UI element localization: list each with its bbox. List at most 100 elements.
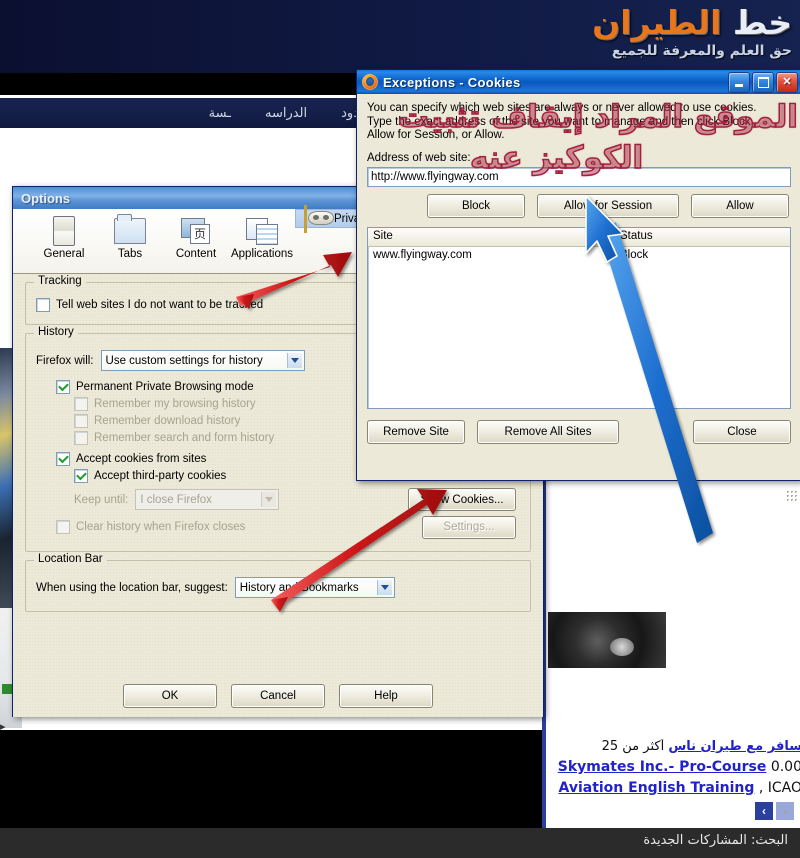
accept-cookies-label: Accept cookies from sites [76,453,207,465]
location-bar-suggest-select[interactable]: History and Bookmarks [234,577,395,598]
remove-site-button-label: Remove Site [383,425,449,438]
exceptions-footer: Remove Site Remove All Sites Close [367,419,791,444]
ad-text-1: أكثر من 25 [601,739,665,754]
pager-prev-button[interactable]: ‹ [755,802,773,820]
maximize-icon[interactable] [752,71,774,93]
exceptions-title-bar: Exceptions - Cookies ✕ [357,70,800,94]
ad-text-3: , ICAO [758,780,800,796]
exceptions-title-text: Exceptions - Cookies [383,74,521,90]
ok-button[interactable]: OK [123,684,217,708]
tab-general-label: General [43,248,85,260]
table-row[interactable]: www.flyingway.com Block [368,247,790,264]
help-button[interactable]: Help [339,684,433,708]
ad-link-1[interactable]: سافر مع طيران ناس [668,739,800,754]
resize-grip[interactable] [786,490,798,502]
chevron-down-icon-keep-until [261,492,277,507]
settings-button[interactable]: Settings... [422,515,516,539]
exceptions-description: You can specify which web sites are alwa… [367,102,791,143]
address-input[interactable]: http://www.flyingway.com [367,166,791,187]
exceptions-body: You can specify which web sites are alwa… [357,94,800,504]
logo-text-prefix: خط [721,3,792,42]
chevron-down-icon [286,353,302,368]
keep-until-select[interactable]: I close Firefox [135,489,280,510]
remember-download-history-label: Remember download history [94,415,241,427]
pager-next-button[interactable]: › [776,802,794,820]
remove-all-sites-button-label: Remove All Sites [504,425,592,438]
remember-download-history-checkbox[interactable] [74,414,88,428]
tab-content-label: Content [175,248,217,260]
block-button-label: Block [461,199,491,212]
keep-until-value: I close Firefox [140,493,212,506]
tab-content[interactable]: Content [163,209,229,260]
content-icon [163,214,229,248]
remember-search-form-history-checkbox[interactable] [74,431,88,445]
remove-all-sites-button[interactable]: Remove All Sites [477,419,619,444]
accept-cookies-checkbox[interactable] [56,452,70,466]
ok-button-label: OK [161,690,179,702]
options-title-text: Options [21,190,71,206]
tab-general[interactable]: General [31,209,97,260]
nav-item-1[interactable]: الدراسه [259,106,313,121]
exceptions-description-line-3: Allow for Session, or Allow. [367,129,505,141]
firefox-icon [362,74,378,90]
ad-line-1: سافر مع طيران ناس أكثر من 25 [550,739,800,754]
privacy-mask-icon [300,202,334,236]
accept-third-party-cookies-label: Accept third-party cookies [94,470,227,482]
keep-until-label: Keep until: [74,493,129,506]
close-icon[interactable]: ✕ [776,71,798,93]
do-not-track-checkbox[interactable] [36,298,50,312]
tab-privacy[interactable]: Privacy [295,204,372,233]
exceptions-site-list[interactable]: Site Status www.flyingway.com Block [367,226,791,409]
ad-link-3[interactable]: Aviation English Training [558,780,754,796]
do-not-track-label: Tell web sites I do not want to be track… [56,299,264,311]
accept-third-party-cookies-checkbox[interactable] [74,469,88,483]
ad-text-2: 0.00 [770,759,800,775]
general-icon [31,214,97,248]
firefox-will-label: Firefox will: [36,354,94,367]
allow-for-session-button-label: Allow for Session [563,199,653,212]
allow-for-session-button[interactable]: Allow for Session [537,193,679,218]
cell-site: www.flyingway.com [373,249,472,261]
address-field-label: Address of web site: [367,151,471,164]
tab-tabs[interactable]: Tabs [97,209,163,260]
logo-text-accent: الطيران [592,3,722,42]
address-input-value: http://www.flyingway.com [371,170,499,183]
allow-button[interactable]: Allow [691,193,789,218]
block-button[interactable]: Block [427,193,525,218]
exceptions-description-line-1: You can specify which web sites are alwa… [367,102,757,114]
location-bar-suggest-row: When using the location bar, suggest: Hi… [36,577,520,598]
ad-pager: ‹ › [755,802,794,820]
logo-subtitle: حق العلم والمعرفة للجميع [611,43,792,59]
column-header-site[interactable]: Site [368,227,614,246]
location-bar-suggest-label: When using the location bar, suggest: [36,581,228,594]
tracking-group-title: Tracking [34,275,86,287]
applications-icon [229,214,295,248]
location-bar-group: Location Bar When using the location bar… [25,553,531,612]
location-bar-suggest-value: History and Bookmarks [239,581,359,594]
firefox-will-value: Use custom settings for history [105,354,263,367]
cancel-button-label: Cancel [260,690,296,702]
minimize-icon[interactable] [728,71,750,93]
column-header-status[interactable]: Status [614,228,790,246]
tab-applications[interactable]: Applications [229,209,295,260]
cancel-button[interactable]: Cancel [231,684,325,708]
clear-history-on-close-checkbox[interactable] [56,520,70,534]
ad-link-2[interactable]: Skymates Inc.- Pro-Course [558,759,767,775]
permanent-private-browsing-checkbox[interactable] [56,380,70,394]
site-logo: خط الطيران حق العلم والمعرفة للجميع [592,2,792,60]
history-group-title: History [34,326,78,338]
close-button[interactable]: Close [693,419,791,444]
window-controls: ✕ [728,71,798,93]
firefox-will-select[interactable]: Use custom settings for history [100,350,305,371]
close-button-label: Close [727,425,757,438]
tab-tabs-label: Tabs [117,248,143,260]
remove-site-button[interactable]: Remove Site [367,419,465,444]
clear-history-on-close-label: Clear history when Firefox closes [76,521,246,533]
remember-browsing-history-checkbox[interactable] [74,397,88,411]
clear-history-on-close-row[interactable]: Clear history when Firefox closes Settin… [56,515,520,539]
left-edge-arrow-icon: ▸ [0,721,6,733]
nav-item-2[interactable]: ـسة [203,106,237,121]
chevron-down-icon-location-bar [376,580,392,595]
exceptions-action-buttons: Block Allow for Session Allow [367,193,791,218]
right-column-photo [548,612,666,668]
